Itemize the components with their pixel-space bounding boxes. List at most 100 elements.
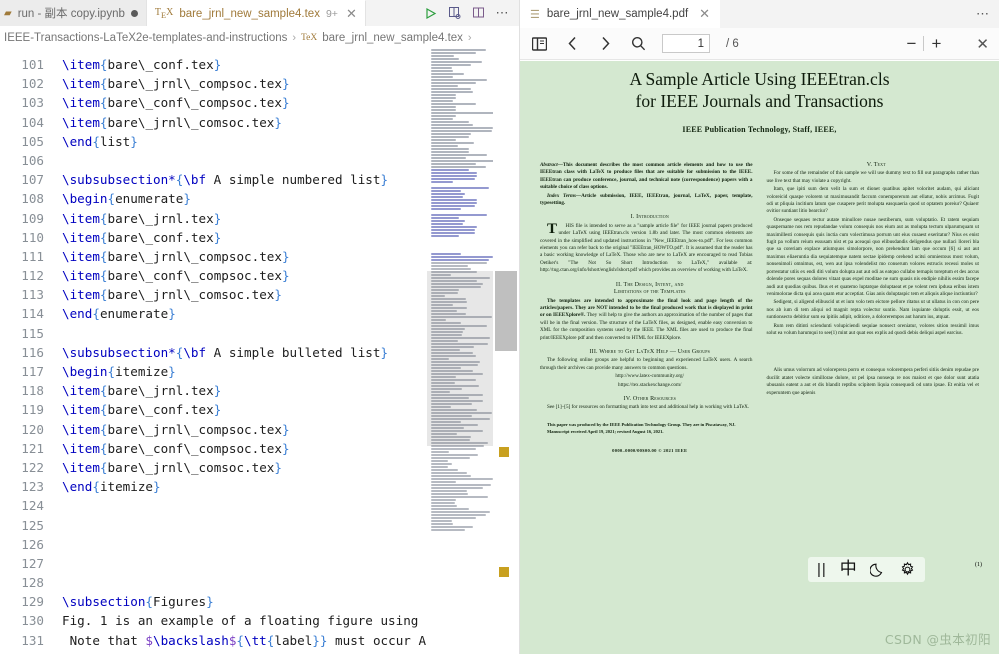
line-content: \end{list} bbox=[62, 132, 138, 151]
code-line[interactable]: 117 \begin{itemize} bbox=[0, 362, 426, 381]
paper-url[interactable]: http://www.latex-community.org/ bbox=[540, 373, 753, 380]
minimap-line bbox=[431, 199, 477, 201]
line-content: \end{itemize} bbox=[62, 477, 161, 496]
editor-tab-tex[interactable]: TEX bare_jrnl_new_sample4.tex 9+ ✕ bbox=[147, 0, 366, 26]
minimap-line bbox=[431, 517, 476, 519]
search-icon[interactable] bbox=[629, 34, 648, 53]
code-line[interactable]: 119 \item{bare\_conf.tex} bbox=[0, 400, 426, 419]
editor-tab-notebook[interactable]: ▰ run - 副本 copy.ipynb bbox=[0, 0, 147, 26]
minimap-line bbox=[431, 214, 487, 216]
minimap-line bbox=[431, 241, 432, 243]
code-line[interactable]: 105 \end{list} bbox=[0, 132, 426, 151]
run-button[interactable] bbox=[423, 6, 438, 21]
minimap-line bbox=[431, 211, 432, 213]
minimap-line bbox=[431, 481, 456, 483]
breadcrumb-file[interactable]: bare_jrnl_new_sample4.tex bbox=[322, 32, 463, 44]
minimap-line bbox=[431, 118, 453, 120]
page-number-input[interactable] bbox=[662, 34, 710, 53]
minimap-viewport-slider[interactable] bbox=[427, 271, 493, 446]
minimap-line bbox=[431, 139, 456, 141]
minimap-line bbox=[431, 151, 469, 153]
close-icon[interactable]: ✕ bbox=[344, 7, 357, 20]
code-line[interactable]: 120 \item{bare\_jrnl\_compsoc.tex} bbox=[0, 420, 426, 439]
previous-page-button[interactable] bbox=[563, 34, 582, 53]
code-line[interactable]: 122 \item{bare\_jrnl\_comsoc.tex} bbox=[0, 458, 426, 477]
code-line[interactable]: 126 bbox=[0, 535, 426, 554]
paper-footnote: This paper was produced by the IEEE Publ… bbox=[540, 422, 753, 428]
code-line[interactable]: 107 \subsubsection*{\bf A simple numbered… bbox=[0, 170, 426, 189]
code-line[interactable]: 125 bbox=[0, 516, 426, 535]
code-line[interactable]: 127 bbox=[0, 554, 426, 573]
code-line[interactable]: 111 \item{bare\_jrnl\_compsoc.tex} bbox=[0, 247, 426, 266]
code-line[interactable]: 104 \item{bare\_jrnl\_comsoc.tex} bbox=[0, 113, 426, 132]
minimap-line bbox=[431, 172, 477, 174]
minimap-line bbox=[431, 196, 463, 198]
code-line[interactable]: 112 \item{bare\_conf\_compsoc.tex} bbox=[0, 266, 426, 285]
close-preview-button[interactable]: ✕ bbox=[976, 35, 989, 53]
split-editor-button[interactable] bbox=[471, 6, 486, 21]
editor-tab-actions: ⋯ bbox=[414, 0, 519, 26]
settings-gear-icon[interactable] bbox=[899, 561, 916, 578]
line-number: 120 bbox=[0, 420, 62, 439]
minimap-line bbox=[431, 490, 467, 492]
line-number: 101 bbox=[0, 55, 62, 74]
editor-minimap[interactable] bbox=[427, 49, 493, 654]
pdf-page-canvas[interactable]: A Sample Article Using IEEEtran.cls for … bbox=[520, 61, 999, 654]
code-line[interactable]: 108 \begin{enumerate} bbox=[0, 189, 426, 208]
code-line[interactable]: 115 bbox=[0, 324, 426, 343]
line-number: 112 bbox=[0, 266, 62, 285]
code-line[interactable]: 102 \item{bare\_jrnl\_compsoc.tex} bbox=[0, 74, 426, 93]
minimap-line bbox=[431, 526, 473, 528]
zoom-in-button[interactable]: + bbox=[924, 34, 948, 53]
code-line[interactable]: 103 \item{bare\_conf\_compsoc.tex} bbox=[0, 93, 426, 112]
code-line[interactable]: 113 \item{bare\_jrnl\_comsoc.tex} bbox=[0, 285, 426, 304]
unsaved-dot-icon[interactable] bbox=[131, 10, 138, 17]
minimap-line bbox=[431, 223, 463, 225]
zoom-out-button[interactable]: − bbox=[899, 34, 923, 53]
code-line[interactable]: 131 Note that $\backslash${\tt{label}} m… bbox=[0, 631, 426, 650]
code-line[interactable]: 114 \end{enumerate} bbox=[0, 304, 426, 323]
line-content: \item{bare\_jrnl.tex} bbox=[62, 381, 221, 400]
line-content: \item{bare\_jrnl\_compsoc.tex} bbox=[62, 420, 290, 439]
code-line[interactable]: 110 \item{bare\_conf.tex} bbox=[0, 228, 426, 247]
code-line[interactable]: 121 \item{bare\_conf\_compsoc.tex} bbox=[0, 439, 426, 458]
code-line[interactable]: 101 \item{bare\_conf.tex} bbox=[0, 55, 426, 74]
minimap-line bbox=[431, 82, 476, 84]
code-line[interactable]: 109 \item{bare\_jrnl.tex} bbox=[0, 209, 426, 228]
minimap-line bbox=[431, 508, 469, 510]
paper-url[interactable]: https://tex.stackexchange.com/ bbox=[540, 382, 753, 389]
code-line[interactable]: 123 \end{itemize} bbox=[0, 477, 426, 496]
columns-icon[interactable]: || bbox=[817, 561, 827, 578]
more-actions-button[interactable]: ⋯ bbox=[495, 6, 510, 21]
next-page-button[interactable] bbox=[596, 34, 615, 53]
watermark: CSDN @虫本初阳 bbox=[885, 629, 991, 648]
code-line[interactable]: 130 Fig. 1 is an example of a floating fi… bbox=[0, 611, 426, 630]
pdf-tab[interactable]: ☰ bare_jrnl_new_sample4.pdf ✕ bbox=[520, 0, 720, 28]
scrollbar-thumb[interactable] bbox=[495, 271, 517, 351]
code-line[interactable]: 128 bbox=[0, 573, 426, 592]
chinese-language-icon[interactable]: 中 bbox=[840, 561, 857, 578]
close-icon[interactable]: ✕ bbox=[695, 6, 710, 22]
minimap-line bbox=[431, 133, 471, 135]
code-line[interactable]: 118 \item{bare\_jrnl.tex} bbox=[0, 381, 426, 400]
line-number: 105 bbox=[0, 132, 62, 151]
minimap-line bbox=[431, 460, 448, 462]
split-search-button[interactable] bbox=[447, 6, 462, 21]
minimap-line bbox=[431, 127, 493, 129]
line-number: 125 bbox=[0, 516, 62, 535]
sidebar-toggle-icon[interactable] bbox=[530, 34, 549, 53]
paper-column-right: V. Text For some of the remainder of thi… bbox=[767, 162, 980, 455]
code-line[interactable]: 116 \subsubsection*{\bf A simple bulleted… bbox=[0, 343, 426, 362]
editor-scrollbar[interactable] bbox=[493, 49, 519, 654]
more-actions-button[interactable]: ⋯ bbox=[976, 6, 989, 22]
line-number: 118 bbox=[0, 381, 62, 400]
code-line[interactable]: 106 bbox=[0, 151, 426, 170]
code-line[interactable]: 124 bbox=[0, 496, 426, 515]
dark-mode-moon-icon[interactable] bbox=[870, 562, 886, 578]
minimap-line bbox=[431, 238, 432, 240]
minimap-line bbox=[431, 205, 475, 207]
breadcrumb-folder[interactable]: IEEE-Transactions-LaTeX2e-templates-and-… bbox=[4, 32, 287, 44]
code-line[interactable]: 129 \subsection{Figures} bbox=[0, 592, 426, 611]
equation-number: (1) bbox=[975, 562, 982, 568]
minimap-line bbox=[431, 472, 467, 474]
